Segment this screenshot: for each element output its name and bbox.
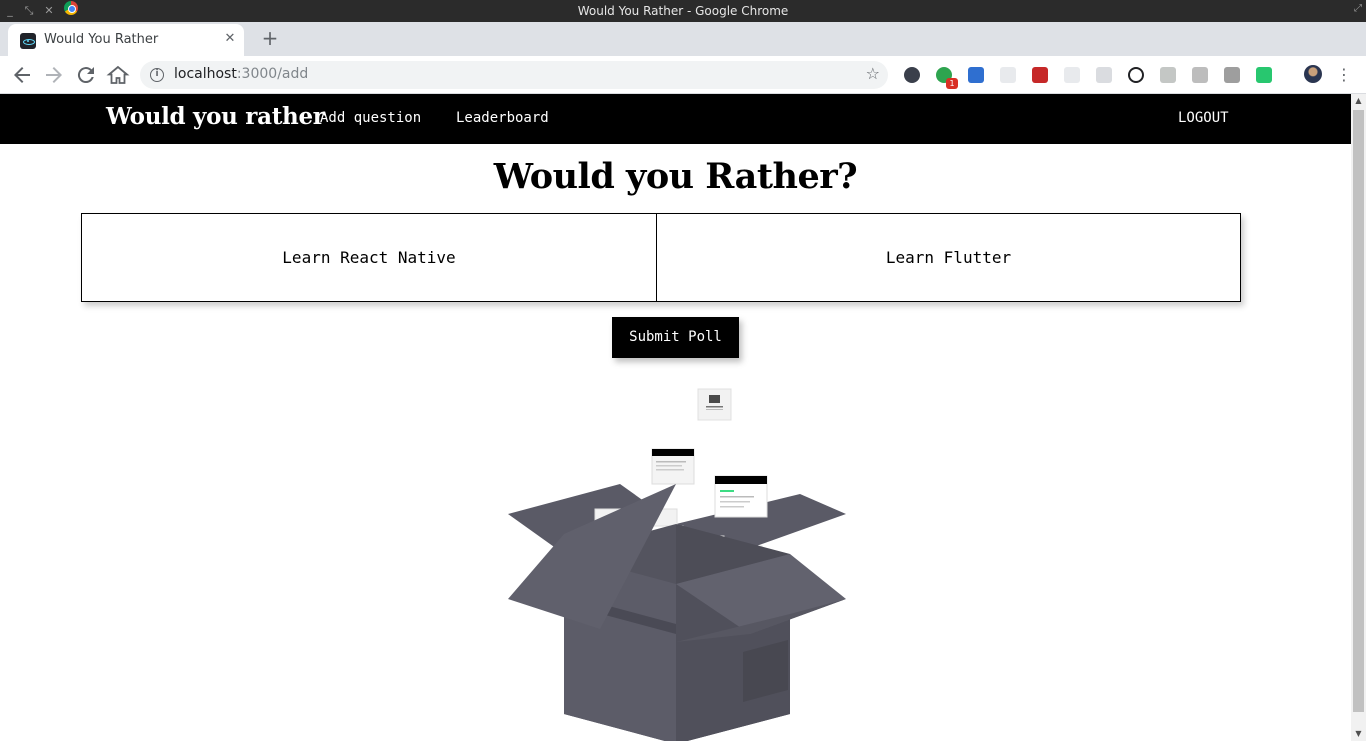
tab-strip: Would You Rather ✕ + [0,22,1366,56]
page-viewport: Would you rather Add question Leaderboar… [0,94,1351,741]
extension-badge: 1 [946,78,958,89]
extension-tree-icon[interactable] [1064,67,1080,83]
browser-toolbar: i localhost:3000/add ☆ ⋮ [0,56,1366,94]
extension-d-icon[interactable] [1224,67,1240,83]
extension-red-icon[interactable] [1032,67,1048,83]
extension-green-square-icon[interactable] [1256,67,1272,83]
tab-title: Would You Rather [44,32,159,47]
resize-icon: ⤢ [1354,3,1362,14]
browser-menu-icon[interactable]: ⋮ [1336,63,1352,87]
url-text[interactable]: localhost:3000/add [174,66,308,82]
extension-blue-icon[interactable] [968,67,984,83]
extension-arrows-icon[interactable] [1000,67,1016,83]
submit-poll-button[interactable]: Submit Poll [612,317,739,358]
extension-gray-icon[interactable] [1160,67,1176,83]
brand-logo[interactable]: Would you rather [106,103,325,130]
extension-cloud-icon[interactable] [1096,67,1112,83]
info-icon[interactable]: i [150,68,164,82]
extension-panel-icon[interactable] [1192,67,1208,83]
option-two-text: Learn Flutter [885,248,1012,267]
tab-close-icon[interactable]: ✕ [222,31,238,47]
os-title-bar: _ ⤡ ✕ Would You Rather - Google Chrome ⤢ [0,0,1366,22]
page-title: Would you Rather? [493,156,858,197]
reload-icon[interactable] [74,63,98,87]
scroll-down-icon[interactable]: ▼ [1351,727,1366,741]
browser-tab[interactable]: Would You Rather ✕ [8,24,244,56]
scroll-thumb[interactable] [1353,110,1364,712]
page-scrollbar[interactable]: ▲ ▼ [1351,94,1366,741]
extension-w-icon[interactable] [904,67,920,83]
home-icon[interactable] [106,63,130,87]
address-bar[interactable]: i localhost:3000/add ☆ [140,61,888,89]
github-extension-icon[interactable] [1128,67,1144,83]
app-navbar: Would you rather Add question Leaderboar… [0,94,1351,144]
logout-button[interactable]: LOGOUT [1178,110,1229,126]
open-box-illustration [508,388,846,741]
forward-icon[interactable] [42,63,66,87]
option-two[interactable]: Learn Flutter [657,214,1240,301]
react-favicon-icon [20,33,36,49]
back-icon[interactable] [10,63,34,87]
new-tab-button[interactable]: + [258,27,282,51]
profile-avatar[interactable] [1304,65,1322,83]
nav-link-leaderboard[interactable]: Leaderboard [456,110,549,126]
option-one[interactable]: Learn React Native [82,214,657,301]
scroll-up-icon[interactable]: ▲ [1351,94,1366,108]
poll-options: Learn React Native Learn Flutter [81,213,1241,302]
bookmark-star-icon[interactable]: ☆ [866,64,880,83]
window-title: Would You Rather - Google Chrome [577,4,789,18]
option-one-text: Learn React Native [282,248,456,267]
nav-link-add-question[interactable]: Add question [320,110,421,126]
